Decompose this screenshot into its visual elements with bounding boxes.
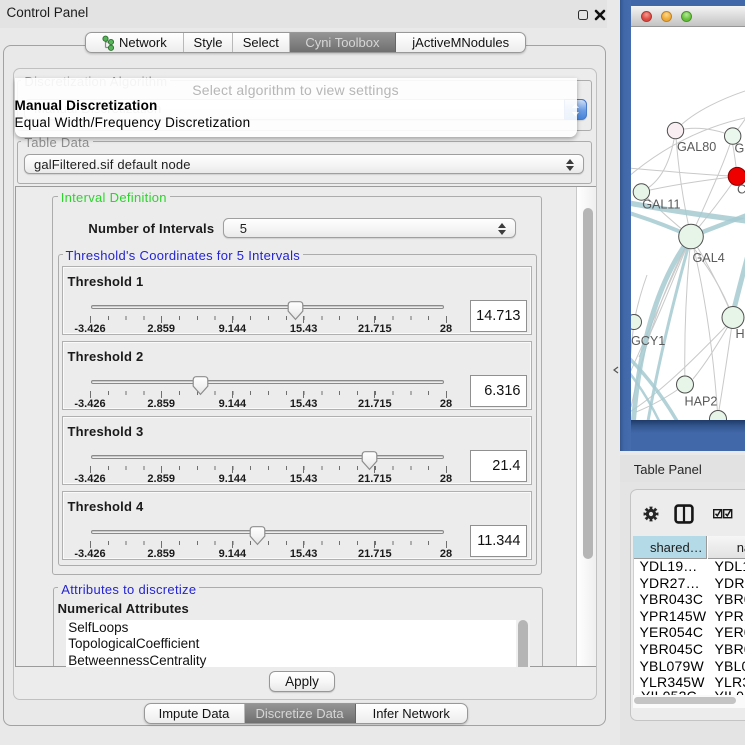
svg-text:GAL11: GAL11 bbox=[642, 197, 680, 211]
svg-text:H: H bbox=[736, 327, 745, 341]
svg-text:C.: C. bbox=[737, 182, 745, 196]
svg-text:GAL80: GAL80 bbox=[677, 140, 716, 154]
svg-text:GCY1: GCY1 bbox=[631, 334, 665, 348]
svg-text:G.: G. bbox=[735, 142, 745, 156]
svg-text:GAL4: GAL4 bbox=[693, 251, 725, 265]
svg-text:HAP2: HAP2 bbox=[685, 395, 718, 409]
